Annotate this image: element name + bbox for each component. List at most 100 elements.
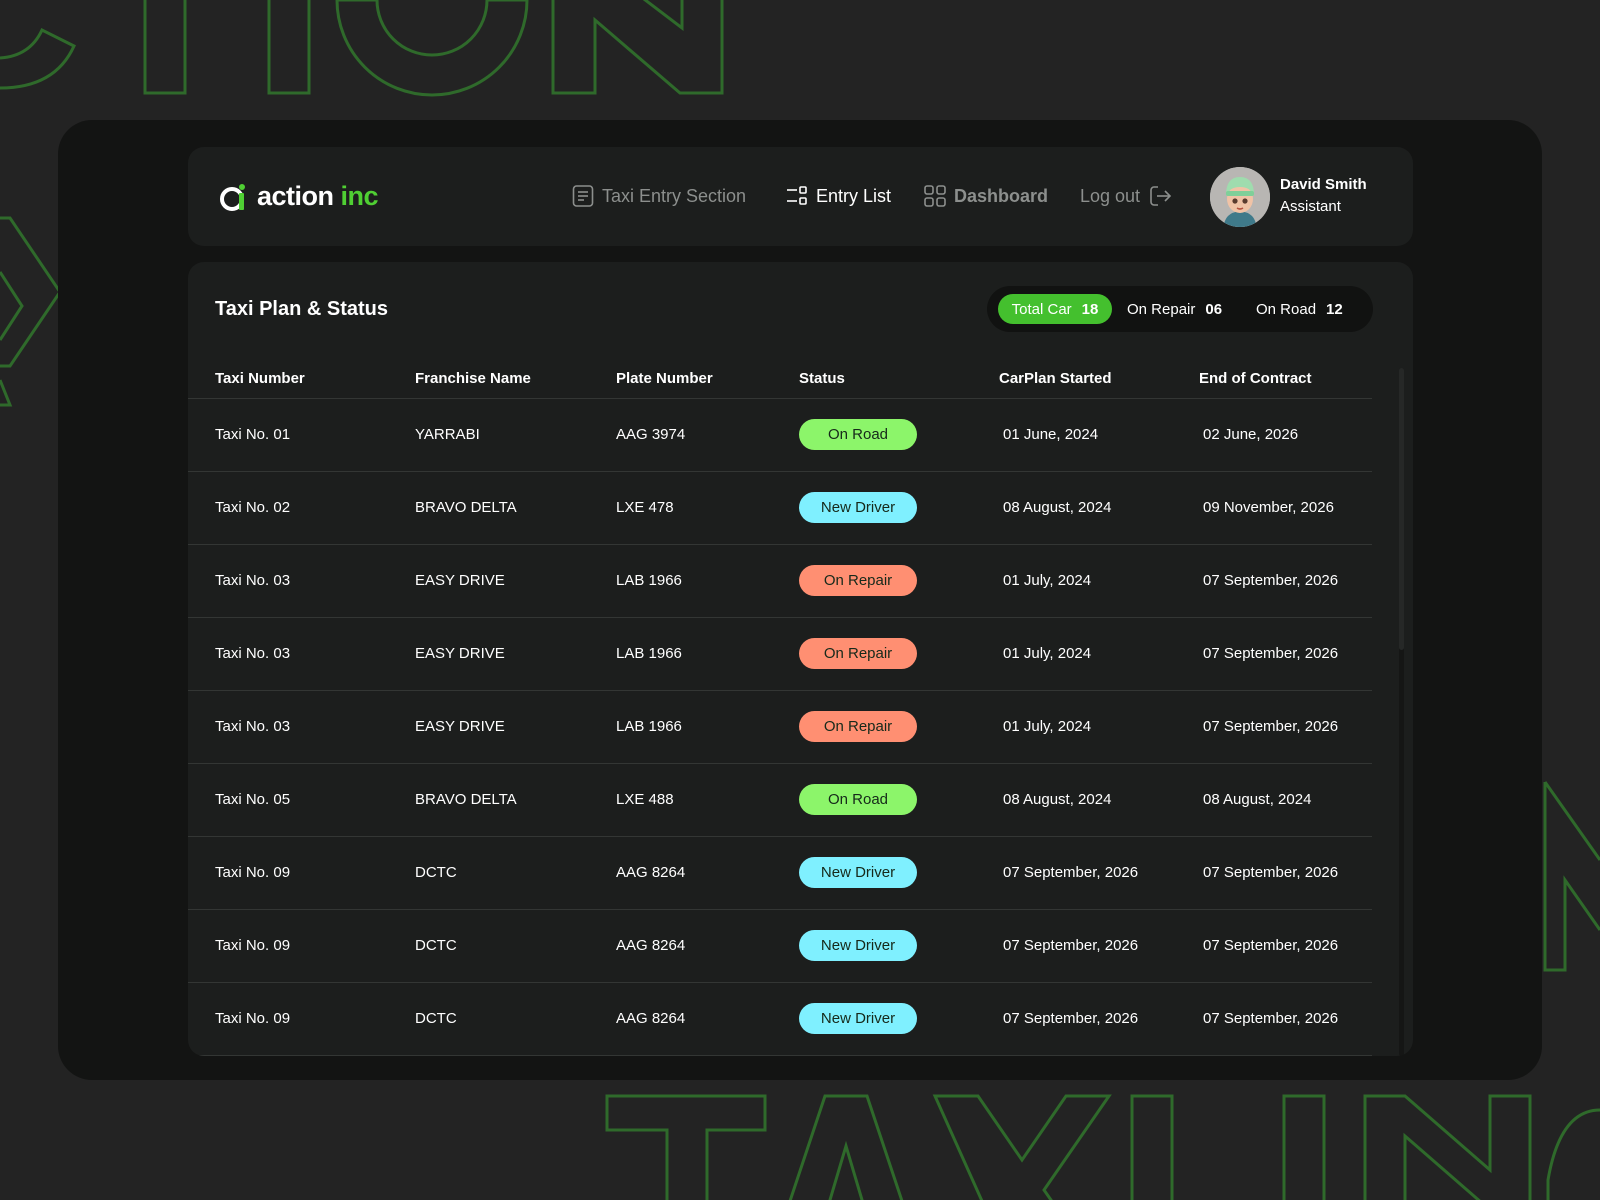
cell-plate-number: LAB 1966 — [616, 645, 682, 662]
brand-logo[interactable]: action inc — [220, 181, 379, 212]
cell-franchise-name: EASY DRIVE — [415, 645, 505, 662]
cell-end-of-contract: 07 September, 2026 — [1203, 572, 1339, 589]
table-row[interactable]: Taxi No. 01 YARRABI AAG 3974 On Road 01 … — [188, 399, 1372, 472]
cell-taxi-number: Taxi No. 09 — [215, 864, 291, 881]
list-icon — [787, 186, 807, 205]
cell-taxi-number: Taxi No. 03 — [215, 718, 291, 735]
nav-entry-list-label: Entry List — [816, 185, 892, 206]
cell-taxi-number: Taxi No. 03 — [215, 645, 291, 662]
status-badge[interactable]: On Repair — [799, 565, 917, 596]
cell-franchise-name: EASY DRIVE — [415, 718, 505, 735]
cell-end-of-contract: 02 June, 2026 — [1203, 426, 1299, 443]
grid-icon — [924, 185, 946, 207]
nav-entry-list[interactable]: Entry List — [786, 183, 891, 209]
brand-name-part2: inc — [333, 181, 379, 211]
cell-end-of-contract: 07 September, 2026 — [1203, 718, 1339, 735]
table-row[interactable]: Taxi No. 09 DCTC AAG 8264 New Driver 07 … — [188, 910, 1372, 983]
summary-road-label: On Road — [1256, 300, 1317, 318]
status-badge[interactable]: On Repair — [799, 638, 917, 669]
cell-franchise-name: DCTC — [415, 1010, 457, 1027]
cell-end-of-contract: 07 September, 2026 — [1203, 937, 1339, 954]
summary-repair-label: On Repair — [1127, 300, 1196, 318]
cell-plate-number: AAG 8264 — [616, 937, 686, 954]
scrollbar-thumb[interactable] — [1399, 368, 1404, 650]
cell-carplan-started: 01 July, 2024 — [1003, 645, 1092, 662]
logout-button[interactable]: Log out — [1080, 183, 1172, 209]
cell-plate-number: LXE 488 — [616, 791, 674, 808]
table-row[interactable]: Taxi No. 03 EASY DRIVE LAB 1966 On Repai… — [188, 545, 1372, 618]
summary-repair-count: 06 — [1205, 300, 1223, 318]
taxi-table: Taxi Number Franchise Name Plate Number … — [188, 366, 1372, 1056]
table-row[interactable]: Taxi No. 09 DCTC AAG 8264 New Driver 07 … — [188, 983, 1372, 1056]
header-plate-number[interactable]: Plate Number — [616, 370, 713, 387]
avatar — [1210, 167, 1270, 227]
status-badge[interactable]: On Road — [799, 419, 917, 450]
nav-taxi-entry-section[interactable]: Taxi Entry Section — [572, 183, 746, 209]
nav-taxi-entry-label: Taxi Entry Section — [602, 185, 747, 206]
nav-dashboard[interactable]: Dashboard — [924, 183, 1048, 209]
cell-carplan-started: 07 September, 2026 — [1003, 864, 1139, 881]
cell-end-of-contract: 07 September, 2026 — [1203, 1010, 1339, 1027]
cell-carplan-started: 08 August, 2024 — [1003, 791, 1112, 808]
cell-franchise-name: BRAVO DELTA — [415, 791, 517, 808]
table-row[interactable]: Taxi No. 03 EASY DRIVE LAB 1966 On Repai… — [188, 618, 1372, 691]
cell-plate-number: AAG 8264 — [616, 1010, 686, 1027]
summary-on-repair[interactable]: On Repair 06 — [1127, 294, 1222, 324]
status-summary: Total Car 18 On Repair 06 On Road 12 — [987, 286, 1373, 332]
table-header: Taxi Number Franchise Name Plate Number … — [188, 366, 1372, 399]
status-badge[interactable]: On Repair — [799, 711, 917, 742]
table-row[interactable]: Taxi No. 03 EASY DRIVE LAB 1966 On Repai… — [188, 691, 1372, 764]
cell-taxi-number: Taxi No. 09 — [215, 1010, 291, 1027]
status-badge[interactable]: New Driver — [799, 857, 917, 888]
cell-plate-number: LAB 1966 — [616, 718, 682, 735]
table-row[interactable]: Taxi No. 02 BRAVO DELTA LXE 478 New Driv… — [188, 472, 1372, 545]
brand-name-part1: action — [257, 181, 334, 211]
brand-mark-icon — [220, 183, 245, 211]
cell-end-of-contract: 08 August, 2024 — [1203, 791, 1312, 808]
cell-carplan-started: 07 September, 2026 — [1003, 1010, 1139, 1027]
panel-title: Taxi Plan & Status — [215, 298, 389, 320]
header-status[interactable]: Status — [799, 370, 845, 387]
logout-label: Log out — [1080, 185, 1141, 206]
cell-franchise-name: EASY DRIVE — [415, 572, 505, 589]
cell-franchise-name: DCTC — [415, 937, 457, 954]
summary-road-count: 12 — [1326, 300, 1343, 318]
cell-franchise-name: YARRABI — [415, 426, 480, 443]
avatar-image — [1210, 167, 1270, 227]
user-name: David Smith — [1280, 176, 1367, 193]
status-badge[interactable]: New Driver — [799, 1003, 917, 1034]
summary-total-car[interactable]: Total Car 18 — [998, 294, 1112, 324]
brand-name: action inc — [257, 181, 379, 212]
cell-end-of-contract: 07 September, 2026 — [1203, 864, 1339, 881]
document-list-icon — [572, 185, 594, 207]
top-bar: action inc Taxi Entry Section Entry List… — [188, 147, 1413, 246]
taxi-plan-panel: Taxi Plan & Status Total Car 18 On Repai… — [188, 262, 1413, 1056]
status-badge[interactable]: On Road — [799, 784, 917, 815]
summary-on-road[interactable]: On Road 12 — [1256, 294, 1343, 324]
table-row[interactable]: Taxi No. 09 DCTC AAG 8264 New Driver 07 … — [188, 837, 1372, 910]
user-profile[interactable]: David Smith Assistant — [1210, 167, 1367, 227]
logout-icon — [1150, 186, 1172, 206]
table-row[interactable]: Taxi No. 05 BRAVO DELTA LXE 488 On Road … — [188, 764, 1372, 837]
table-body: Taxi No. 01 YARRABI AAG 3974 On Road 01 … — [188, 399, 1372, 1056]
cell-end-of-contract: 07 September, 2026 — [1203, 645, 1339, 662]
header-taxi-number[interactable]: Taxi Number — [215, 370, 305, 387]
header-end-of-contract[interactable]: End of Contract — [1199, 370, 1312, 387]
cell-carplan-started: 01 July, 2024 — [1003, 572, 1092, 589]
cell-plate-number: LAB 1966 — [616, 572, 682, 589]
cell-plate-number: AAG 3974 — [616, 426, 686, 443]
cell-carplan-started: 08 August, 2024 — [1003, 499, 1112, 516]
cell-taxi-number: Taxi No. 05 — [215, 791, 291, 808]
header-carplan-started[interactable]: CarPlan Started — [999, 370, 1112, 387]
user-info: David Smith Assistant — [1280, 175, 1367, 219]
cell-taxi-number: Taxi No. 01 — [215, 426, 291, 443]
status-badge[interactable]: New Driver — [799, 930, 917, 961]
header-franchise-name[interactable]: Franchise Name — [415, 370, 531, 387]
table-scrollbar[interactable] — [1399, 368, 1404, 1056]
cell-carplan-started: 01 July, 2024 — [1003, 718, 1092, 735]
cell-taxi-number: Taxi No. 02 — [215, 499, 291, 516]
cell-end-of-contract: 09 November, 2026 — [1203, 499, 1334, 516]
status-badge[interactable]: New Driver — [799, 492, 917, 523]
cell-franchise-name: BRAVO DELTA — [415, 499, 517, 516]
cell-carplan-started: 07 September, 2026 — [1003, 937, 1139, 954]
